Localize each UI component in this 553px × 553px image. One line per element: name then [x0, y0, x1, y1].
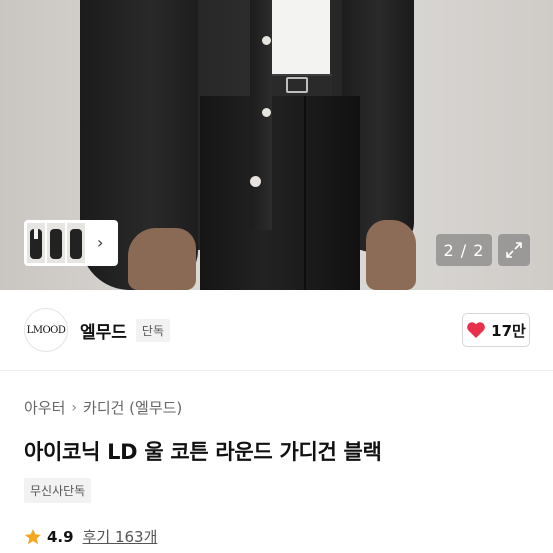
thumbnail-image[interactable]	[47, 223, 65, 263]
belt-buckle	[286, 77, 308, 93]
breadcrumb-item-cardigan[interactable]: 카디건 (엘무드)	[83, 397, 182, 418]
thumbnail-image[interactable]	[27, 223, 45, 263]
review-count-link[interactable]: 후기 163개	[83, 526, 158, 547]
brand-logo[interactable]: LMOOD	[24, 308, 68, 352]
breadcrumb-item-outer[interactable]: 아우터	[24, 397, 65, 418]
thumbnail-strip[interactable]: ›	[24, 220, 118, 266]
thumbnail-image[interactable]	[67, 223, 85, 263]
pants-crease	[304, 96, 306, 290]
rating-score: 4.9	[47, 527, 74, 546]
model-pants	[200, 96, 360, 290]
brand-row: LMOOD 엘무드 단독 17만	[24, 306, 530, 354]
model-right-hand	[366, 220, 416, 290]
chevron-right-icon[interactable]: ›	[97, 235, 103, 251]
rating: 4.9 후기 163개	[24, 526, 157, 547]
cardigan-button	[250, 176, 261, 187]
heart-icon	[467, 322, 485, 338]
expand-icon[interactable]	[498, 234, 530, 266]
section-divider	[0, 370, 553, 371]
breadcrumb: 아우터 › 카디건 (엘무드)	[24, 397, 182, 418]
cardigan-button	[262, 36, 271, 45]
like-count: 17만	[491, 321, 526, 340]
brand-name[interactable]: 엘무드	[80, 318, 127, 343]
exclusive-badge: 단독	[135, 318, 171, 342]
chevron-right-icon: ›	[71, 399, 78, 416]
like-button[interactable]: 17만	[462, 313, 530, 347]
model-left-hand	[128, 228, 196, 290]
exclusive-tag: 무신사단독	[24, 478, 92, 503]
product-title: 아이코닉 LD 울 코튼 라운드 가디건 블랙	[24, 440, 382, 464]
star-icon	[24, 528, 42, 544]
model-shirt	[268, 0, 330, 78]
product-image[interactable]: › 2 / 2	[0, 0, 553, 290]
cardigan-button	[262, 108, 271, 117]
image-counter: 2 / 2	[436, 234, 492, 266]
